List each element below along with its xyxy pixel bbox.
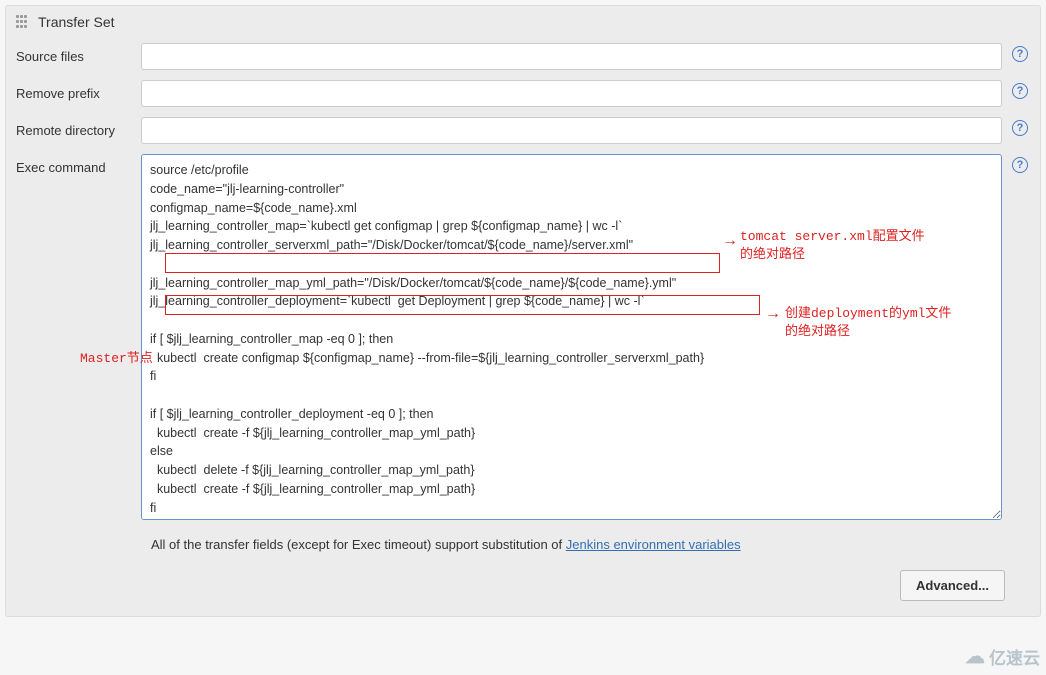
label-remove-prefix: Remove prefix xyxy=(16,80,141,101)
footer-text: All of the transfer fields (except for E… xyxy=(151,537,566,552)
jenkins-env-vars-link[interactable]: Jenkins environment variables xyxy=(566,537,741,552)
input-remove-prefix[interactable] xyxy=(141,80,1002,107)
label-remote-directory: Remote directory xyxy=(16,117,141,138)
drag-handle-icon[interactable] xyxy=(16,15,30,29)
row-remove-prefix: Remove prefix ? xyxy=(6,75,1040,112)
row-exec-command: Exec command ? xyxy=(6,149,1040,525)
textarea-exec-command[interactable] xyxy=(141,154,1002,520)
row-source-files: Source files ? xyxy=(6,38,1040,75)
help-icon[interactable]: ? xyxy=(1012,120,1028,136)
cloud-icon: ☁ xyxy=(965,644,985,669)
panel-title: Transfer Set xyxy=(38,14,115,30)
help-icon[interactable]: ? xyxy=(1012,46,1028,62)
help-icon[interactable]: ? xyxy=(1012,83,1028,99)
input-remote-directory[interactable] xyxy=(141,117,1002,144)
label-source-files: Source files xyxy=(16,43,141,64)
watermark: ☁ 亿速云 xyxy=(965,644,1040,669)
transfer-set-panel: Transfer Set Source files ? Remove prefi… xyxy=(5,5,1041,617)
footer-note: All of the transfer fields (except for E… xyxy=(6,525,1040,560)
help-icon[interactable]: ? xyxy=(1012,157,1028,173)
label-exec-command: Exec command xyxy=(16,154,141,175)
input-source-files[interactable] xyxy=(141,43,1002,70)
watermark-text: 亿速云 xyxy=(989,644,1040,669)
row-remote-directory: Remote directory ? xyxy=(6,112,1040,149)
panel-title-row: Transfer Set xyxy=(6,6,1040,38)
advanced-button[interactable]: Advanced... xyxy=(900,570,1005,601)
